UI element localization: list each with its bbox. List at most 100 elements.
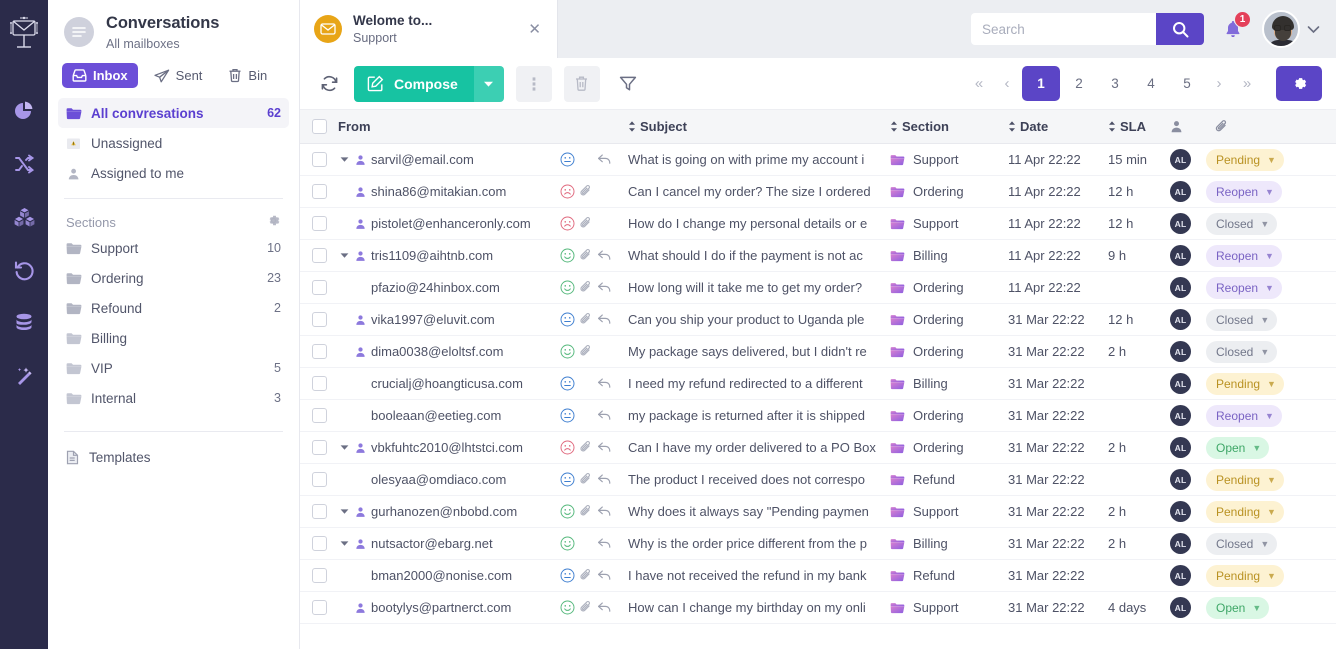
status-badge[interactable]: Pending ▼ (1206, 500, 1284, 523)
pagination-page-1[interactable]: 1 (1022, 66, 1060, 101)
status-badge[interactable]: Reopen ▼ (1206, 404, 1282, 427)
expand-caret-icon[interactable] (340, 252, 349, 259)
status-badge[interactable]: Open ▼ (1206, 596, 1270, 619)
row-checkbox[interactable] (311, 184, 327, 199)
status-badge[interactable]: Closed ▼ (1206, 532, 1278, 555)
row-checkbox[interactable] (311, 280, 327, 295)
mood-neutral-icon[interactable] (560, 568, 575, 583)
status-badge[interactable]: Closed ▼ (1206, 212, 1278, 235)
delete-button[interactable] (563, 65, 600, 102)
status-badge[interactable]: Pending ▼ (1206, 564, 1284, 587)
expand-caret-icon[interactable] (340, 444, 349, 451)
expand-toggle[interactable] (338, 252, 350, 259)
paperclip-icon[interactable] (580, 216, 592, 231)
table-row[interactable]: vbkfuhtc2010@lhtstci.com Can I have my or… (300, 432, 1336, 464)
cell-assignee[interactable]: AL (1170, 373, 1206, 394)
select-all-checkbox[interactable] (311, 119, 327, 134)
paperclip-icon[interactable] (580, 280, 592, 295)
row-checkbox[interactable] (311, 600, 327, 615)
table-row[interactable]: tris1109@aihtnb.com What should I do if t… (300, 240, 1336, 272)
table-row[interactable]: vika1997@eluvit.com Can you ship your pro… (300, 304, 1336, 336)
mood-happy-icon[interactable] (560, 248, 575, 263)
expand-toggle[interactable] (338, 156, 350, 163)
status-badge[interactable]: Reopen ▼ (1206, 180, 1282, 203)
history-icon[interactable] (7, 253, 41, 287)
mood-neutral-icon[interactable] (560, 408, 575, 423)
more-actions-button[interactable] (515, 65, 552, 102)
table-row[interactable]: gurhanozen@nbobd.com Why does it always s… (300, 496, 1336, 528)
pagination-page-4[interactable]: 4 (1134, 67, 1168, 101)
table-row[interactable]: nutsactor@ebarg.net Why is the order pric… (300, 528, 1336, 560)
cell-assignee[interactable]: AL (1170, 405, 1206, 426)
reply-icon[interactable] (597, 313, 612, 326)
status-badge[interactable]: Reopen ▼ (1206, 276, 1282, 299)
paperclip-icon[interactable] (580, 312, 592, 327)
sidebar-item-templates[interactable]: Templates (48, 442, 299, 472)
notifications-button[interactable]: 1 (1220, 11, 1251, 43)
magic-wand-icon[interactable] (7, 359, 41, 393)
status-badge[interactable]: Reopen ▼ (1206, 244, 1282, 267)
cell-from[interactable]: vbkfuhtc2010@lhtstci.com (338, 440, 560, 455)
column-sla[interactable]: SLA (1108, 119, 1170, 135)
row-checkbox[interactable] (311, 376, 327, 391)
reply-icon[interactable] (597, 377, 612, 390)
mood-neutral-icon[interactable] (560, 376, 575, 391)
cell-from[interactable]: vika1997@eluvit.com (338, 312, 560, 327)
app-logo[interactable] (0, 0, 48, 66)
sidebar-section-ordering[interactable]: Ordering 23 (58, 263, 289, 293)
cell-assignee[interactable]: AL (1170, 565, 1206, 586)
sidebar-section-internal[interactable]: Internal 3 (58, 383, 289, 413)
cell-assignee[interactable]: AL (1170, 245, 1206, 266)
mood-happy-icon[interactable] (560, 600, 575, 615)
paperclip-icon[interactable] (580, 184, 592, 199)
paperclip-icon[interactable] (580, 344, 592, 359)
tab-inbox[interactable]: Inbox (62, 63, 138, 88)
mood-neutral-icon[interactable] (560, 472, 575, 487)
reply-icon[interactable] (597, 153, 612, 166)
mood-neutral-icon[interactable] (560, 152, 575, 167)
column-attachment[interactable] (1206, 119, 1336, 135)
refresh-icon[interactable] (316, 71, 342, 97)
mood-happy-icon[interactable] (560, 504, 575, 519)
account-menu[interactable] (1262, 10, 1320, 48)
table-row[interactable]: bman2000@nonise.com I have not received t… (300, 560, 1336, 592)
cell-assignee[interactable]: AL (1170, 469, 1206, 490)
sidebar-item-assigned-to-me[interactable]: Assigned to me (58, 158, 289, 188)
pagination-page-2[interactable]: 2 (1062, 67, 1096, 101)
cell-from[interactable]: pfazio@24hinbox.com (338, 280, 560, 295)
cell-assignee[interactable]: AL (1170, 533, 1206, 554)
tab-sent[interactable]: Sent (144, 63, 213, 88)
paperclip-icon[interactable] (580, 504, 592, 519)
sidebar-section-vip[interactable]: VIP 5 (58, 353, 289, 383)
reply-icon[interactable] (597, 537, 612, 550)
cell-assignee[interactable]: AL (1170, 437, 1206, 458)
pagination-next[interactable]: › (1206, 67, 1232, 101)
cell-assignee[interactable]: AL (1170, 181, 1206, 202)
reply-icon[interactable] (597, 409, 612, 422)
cell-from[interactable]: pistolet@enhanceronly.com (338, 216, 560, 231)
cell-assignee[interactable]: AL (1170, 341, 1206, 362)
status-badge[interactable]: Open ▼ (1206, 436, 1270, 459)
row-checkbox[interactable] (311, 312, 327, 327)
column-subject[interactable]: Subject (628, 119, 890, 135)
column-assignee[interactable] (1170, 120, 1206, 133)
compose-button[interactable]: Compose (354, 65, 504, 102)
row-checkbox[interactable] (311, 216, 327, 231)
reply-icon[interactable] (597, 569, 612, 582)
status-badge[interactable]: Closed ▼ (1206, 308, 1278, 331)
cell-from[interactable]: olesyaa@omdiaco.com (338, 472, 560, 487)
close-icon[interactable]: ✕ (524, 20, 545, 39)
open-conversation-tab[interactable]: Welome to... Support ✕ (300, 0, 558, 58)
table-row[interactable]: pistolet@enhanceronly.com How do I change… (300, 208, 1336, 240)
column-section[interactable]: Section (890, 119, 1008, 134)
tab-bin[interactable]: Bin (218, 63, 277, 88)
reply-icon[interactable] (597, 441, 612, 454)
sidebar-section-billing[interactable]: Billing (58, 323, 289, 353)
expand-toggle[interactable] (338, 444, 350, 451)
cell-from[interactable]: dima0038@eloltsf.com (338, 344, 560, 359)
mood-neutral-icon[interactable] (560, 312, 575, 327)
pagination-last[interactable]: » (1234, 67, 1260, 101)
filter-button[interactable] (612, 68, 644, 100)
pagination-first[interactable]: « (966, 67, 992, 101)
cell-from[interactable]: crucialj@hoangticusa.com (338, 376, 560, 391)
